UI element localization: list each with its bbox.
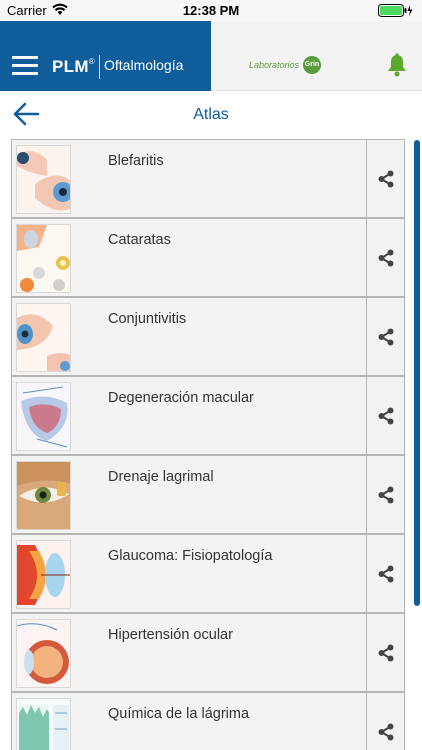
atlas-item-label: Cataratas <box>108 232 171 248</box>
eye-photo-thumbnail <box>16 461 71 530</box>
brand-registered-mark: ® <box>88 57 95 66</box>
brand-divider <box>99 55 100 79</box>
sponsor-text: Laboratorios <box>249 60 300 70</box>
section-name: Oftalmología <box>104 57 184 73</box>
share-icon <box>378 486 394 504</box>
atlas-item-conjuntivitis[interactable]: Conjuntivitis <box>11 297 405 376</box>
atlas-item-label: Conjuntivitis <box>108 311 187 327</box>
share-icon <box>378 407 394 425</box>
atlas-item-degeneracion-macular[interactable]: Degeneración macular <box>11 376 405 455</box>
header-brand-area: PLM® Oftalmología <box>0 21 211 91</box>
share-icon <box>378 249 394 267</box>
menu-icon[interactable] <box>12 56 38 76</box>
eye-illustration-thumbnail <box>16 145 71 214</box>
share-button[interactable] <box>366 140 404 217</box>
atlas-item-hipertension-ocular[interactable]: Hipertensión ocular <box>11 613 405 692</box>
atlas-item-label: Química de la lágrima <box>108 706 250 722</box>
status-bar: Carrier 12:38 PM <box>0 0 422 21</box>
share-button[interactable] <box>366 377 404 454</box>
bell-icon[interactable] <box>386 53 408 77</box>
sponsor-badge: Grin <box>303 56 321 74</box>
page-title: Atlas <box>193 106 229 123</box>
atlas-item-blefaritis[interactable]: Blefaritis <box>11 139 405 218</box>
share-icon <box>378 644 394 662</box>
eye-section-illustration-thumbnail <box>16 540 71 609</box>
scrollbar[interactable] <box>414 140 420 606</box>
retina-illustration-thumbnail <box>16 382 71 451</box>
atlas-item-quimica-de-la-lagrima[interactable]: Química de la lágrima <box>11 692 405 750</box>
share-button[interactable] <box>366 535 404 612</box>
atlas-item-drenaje-lagrimal[interactable]: Drenaje lagrimal <box>11 455 405 534</box>
atlas-item-label: Degeneración macular <box>108 390 254 406</box>
share-icon <box>378 328 394 346</box>
atlas-item-glaucoma-fisiopatologia[interactable]: Glaucoma: Fisiopatología <box>11 534 405 613</box>
brand-name: PLM <box>52 57 89 76</box>
atlas-item-label: Glaucoma: Fisiopatología <box>108 548 273 564</box>
share-icon <box>378 723 394 741</box>
eye-illustration-thumbnail <box>16 303 71 372</box>
battery-icon <box>378 4 413 17</box>
atlas-item-label: Drenaje lagrimal <box>108 469 214 485</box>
eye-section-illustration-thumbnail <box>16 619 71 688</box>
atlas-item-label: Blefaritis <box>108 153 164 169</box>
share-icon <box>378 565 394 583</box>
atlas-item-label: Hipertensión ocular <box>108 627 233 643</box>
share-button[interactable] <box>366 456 404 533</box>
share-button[interactable] <box>366 693 404 750</box>
atlas-item-cataratas[interactable]: Cataratas <box>11 218 405 297</box>
lens-illustration-thumbnail <box>16 224 71 293</box>
tear-chart-illustration-thumbnail <box>16 698 71 750</box>
clock: 12:38 PM <box>182 3 240 18</box>
header-sponsor-area: Laboratorios Grin <box>211 21 422 91</box>
share-button[interactable] <box>366 219 404 296</box>
share-icon <box>378 170 394 188</box>
share-button[interactable] <box>366 614 404 691</box>
title-bar: Atlas <box>0 91 422 139</box>
share-button[interactable] <box>366 298 404 375</box>
brand-logo: PLM® <box>52 57 95 77</box>
app-header: PLM® Oftalmología Laboratorios Grin <box>0 21 422 91</box>
